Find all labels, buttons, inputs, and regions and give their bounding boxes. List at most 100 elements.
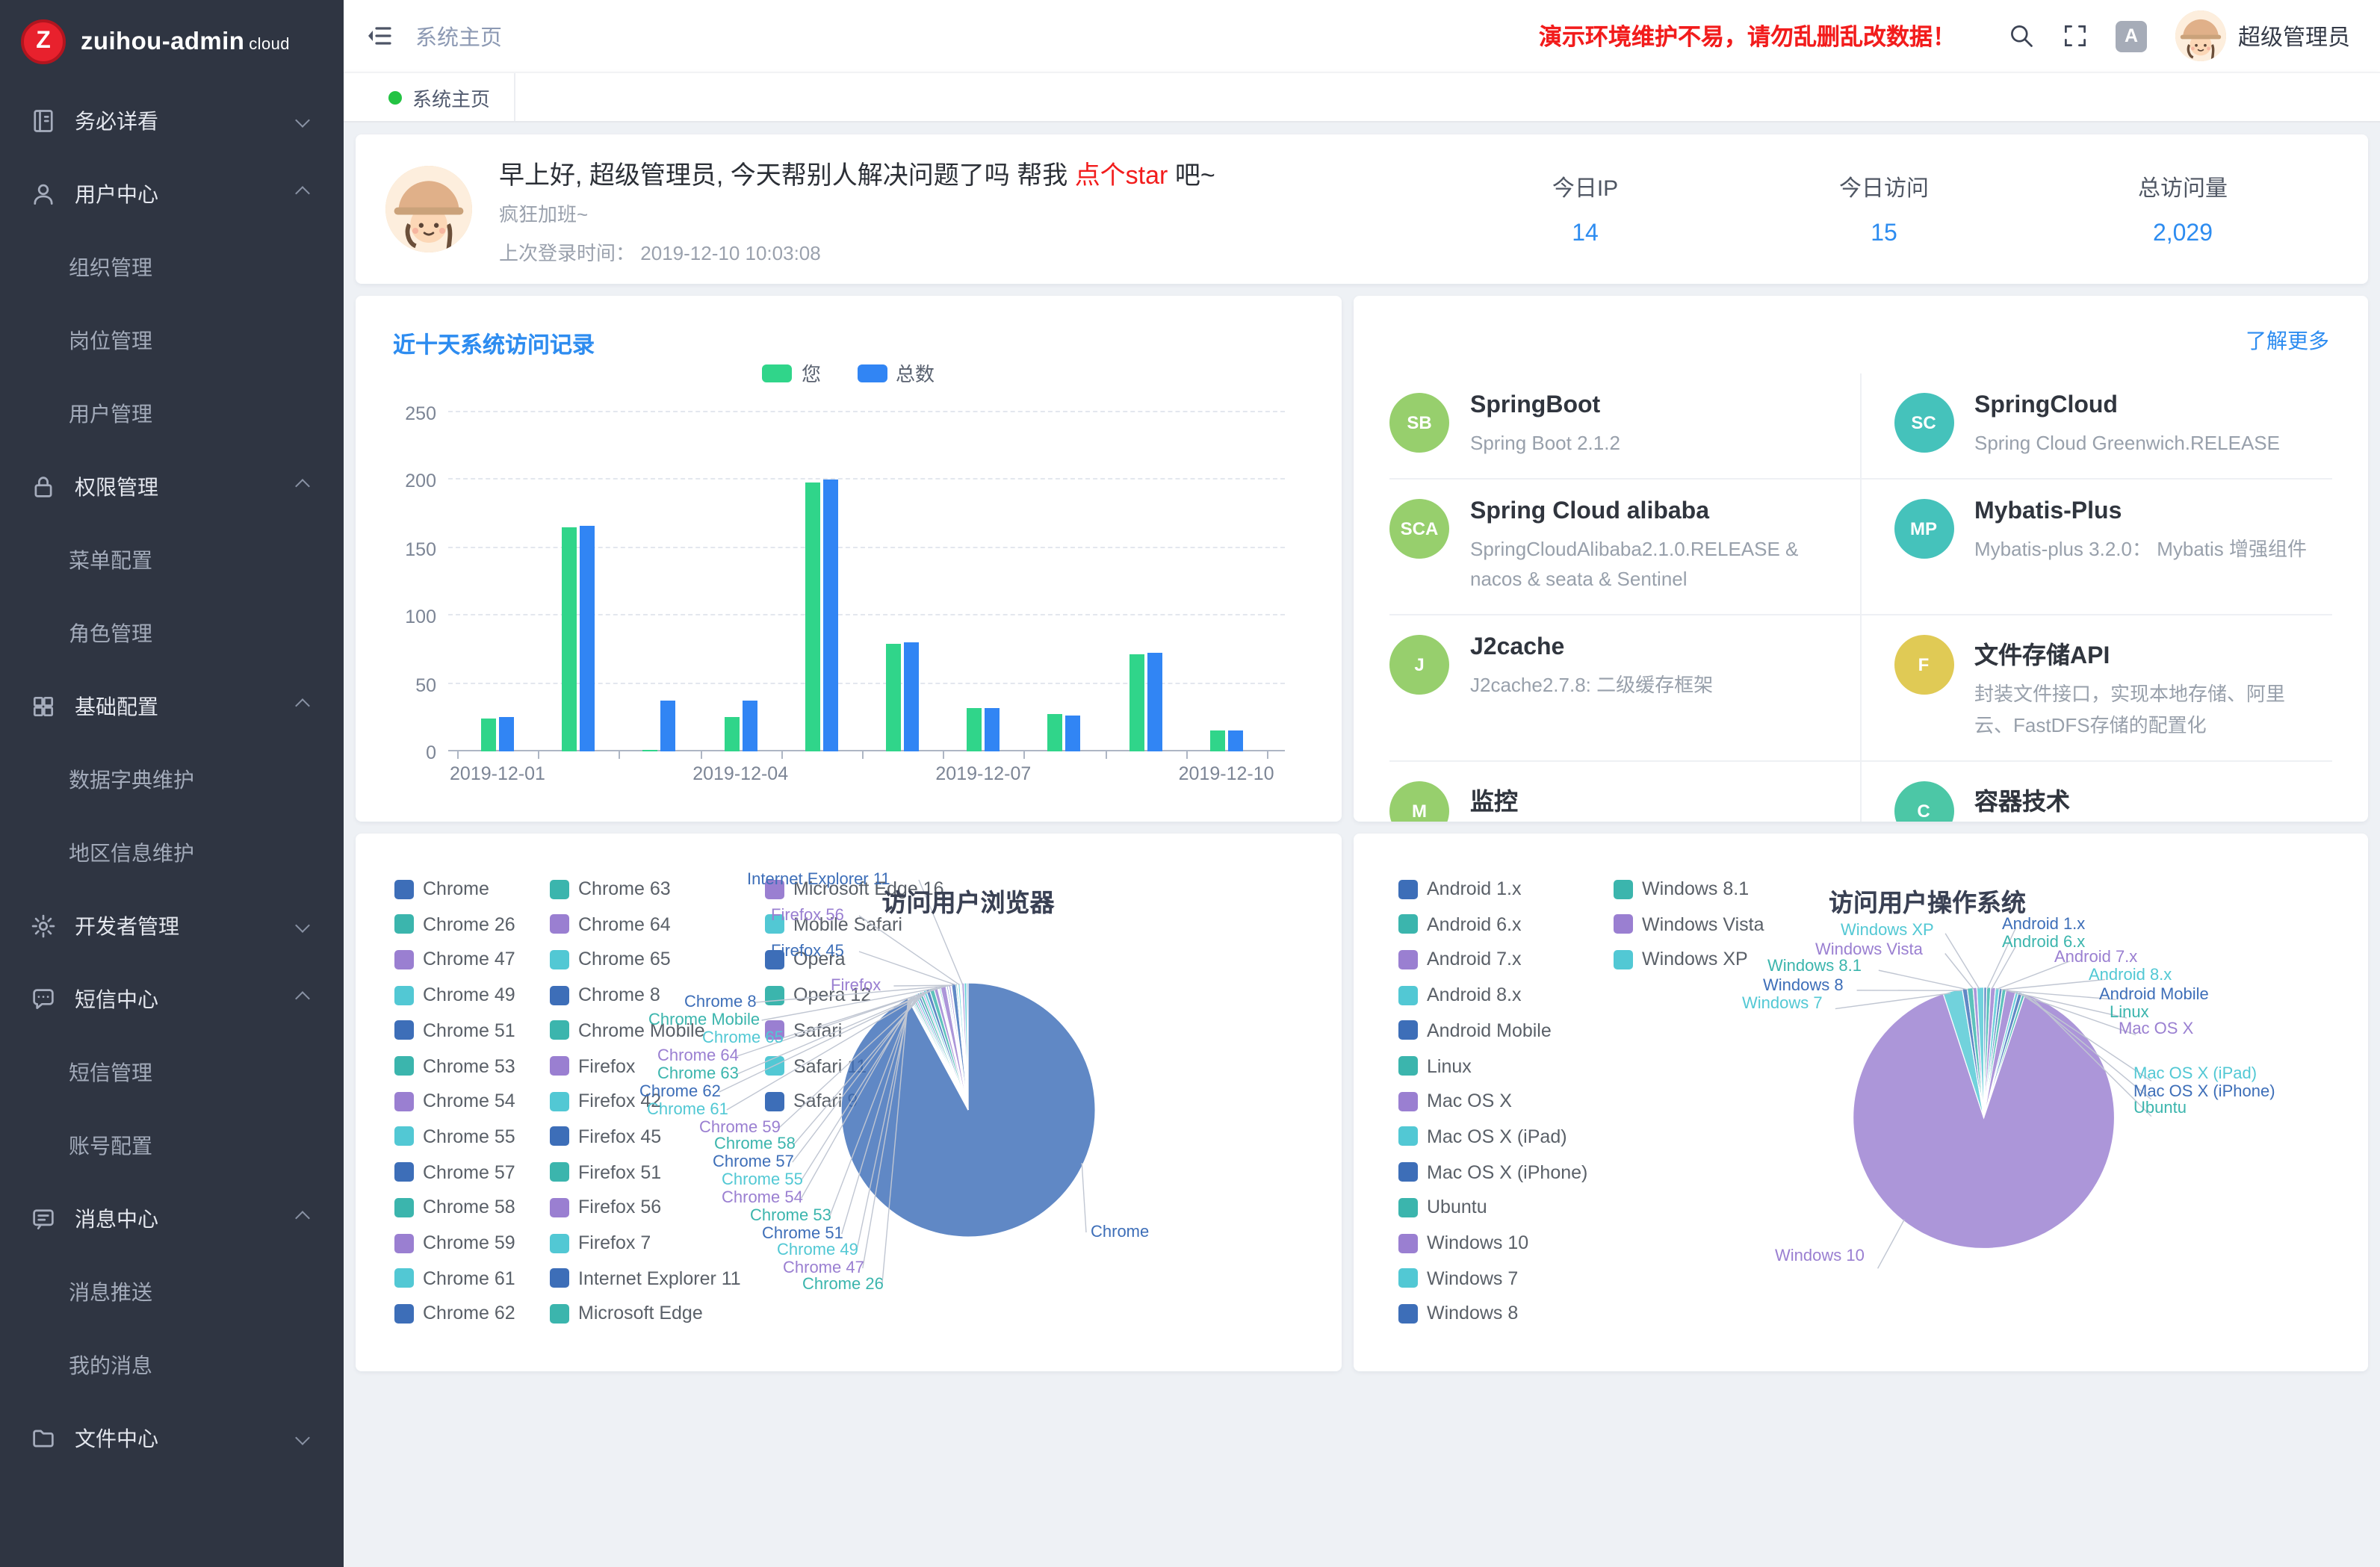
callout-label: Chrome 63 (657, 1065, 739, 1083)
logo[interactable]: Z zuihou-admincloud (0, 0, 344, 84)
sidebar-item-sms-center[interactable]: 短信中心 (0, 962, 344, 1035)
legend-item[interactable]: Safari 9 (765, 1090, 858, 1111)
sidebar-item-file-center[interactable]: 文件中心 (0, 1401, 344, 1474)
callout-label: Chrome Mobile (648, 1011, 760, 1029)
legend-item[interactable]: Firefox 56 (550, 1197, 661, 1218)
sidebar-subitem-message-push[interactable]: 消息推送 (0, 1255, 344, 1328)
callout-line (1878, 1220, 1905, 1268)
legend-item[interactable]: Firefox 7 (550, 1232, 651, 1253)
legend-item-series-1[interactable]: 总数 (857, 359, 935, 387)
legend-label: Chrome 26 (423, 913, 515, 934)
sidebar-subitem-role-management[interactable]: 角色管理 (0, 596, 344, 669)
legend-item[interactable]: Chrome 51 (394, 1020, 515, 1041)
greeting-card: 早上好, 超级管理员, 今天帮别人解决问题了吗 帮我 点个star 吧~ 疯狂加… (356, 134, 2368, 284)
legend-swatch (550, 914, 569, 934)
legend-item[interactable]: Chrome 54 (394, 1090, 515, 1111)
sidebar-item-user-center[interactable]: 用户中心 (0, 157, 344, 230)
legend-item[interactable]: Chrome 59 (394, 1232, 515, 1253)
legend-item[interactable]: Windows 7 (1398, 1267, 1518, 1288)
legend-item[interactable]: Android 8.x (1398, 984, 1521, 1005)
legend-item[interactable]: Mac OS X (1398, 1090, 1512, 1111)
menu-fold-icon[interactable] (365, 21, 394, 51)
legend-item[interactable]: Chrome 26 (394, 913, 515, 934)
legend-item[interactable]: Android 7.x (1398, 949, 1521, 970)
legend-item[interactable]: Chrome 49 (394, 984, 515, 1005)
tab-home[interactable]: 系统主页 (365, 73, 515, 121)
learn-more-link[interactable]: 了解更多 (2246, 326, 2329, 356)
row-charts-bottom: 访问用户浏览器 ChromeChrome 26Chrome 47Chrome 4… (356, 834, 2368, 1371)
legend-item[interactable]: Chrome 61 (394, 1267, 515, 1288)
legend-item[interactable]: Ubuntu (1398, 1197, 1487, 1218)
legend-item[interactable]: Microsoft Edge (550, 1303, 703, 1324)
features-grid: SBSpringBootSpring Boot 2.1.2SCSpringClo… (1389, 373, 2332, 822)
feature-item-3: MPMybatis-PlusMybatis-plus 3.2.0： Mybati… (1861, 478, 2332, 615)
pie-slice-Chrome 26 (908, 998, 968, 1110)
legend-item[interactable]: Safari 11 (765, 1055, 867, 1076)
legend-item-series-0[interactable]: 您 (763, 359, 821, 387)
legend-swatch (1398, 914, 1418, 934)
pie-slice-Android 1.x (1984, 987, 1987, 1118)
sidebar-item-developer[interactable]: 开发者管理 (0, 889, 344, 962)
sidebar-item-permission[interactable]: 权限管理 (0, 450, 344, 523)
star-link[interactable]: 点个star (1075, 161, 1168, 189)
legend-item[interactable]: Chrome 53 (394, 1055, 515, 1076)
legend-label: Android 6.x (1427, 913, 1521, 934)
fullscreen-icon[interactable] (2062, 22, 2089, 49)
sidebar-item-message-center[interactable]: 消息中心 (0, 1182, 344, 1255)
sidebar-subitem-account-config[interactable]: 账号配置 (0, 1108, 344, 1182)
pie-slice-Chrome Mobile (939, 986, 968, 1110)
chevron-up-icon (295, 479, 310, 494)
sidebar-subitem-region-info[interactable]: 地区信息维护 (0, 816, 344, 889)
legend-item[interactable]: Android 1.x (1398, 878, 1521, 899)
sidebar-subitem-menu-config[interactable]: 菜单配置 (0, 523, 344, 596)
sidebar-subitem-data-dict[interactable]: 数据字典维护 (0, 742, 344, 816)
legend-item[interactable]: Internet Explorer 11 (550, 1267, 741, 1288)
legend-swatch (1398, 1233, 1418, 1253)
legend-item[interactable]: Chrome 64 (550, 913, 671, 934)
legend-item[interactable]: Mac OS X (iPad) (1398, 1126, 1567, 1147)
sidebar-item-base-config[interactable]: 基础配置 (0, 669, 344, 742)
legend-item[interactable]: Chrome 8 (550, 984, 660, 1005)
legend-item[interactable]: Chrome (394, 878, 489, 899)
sidebar-subitem-post-management[interactable]: 岗位管理 (0, 303, 344, 376)
legend-item[interactable]: Windows 8.1 (1614, 878, 1749, 899)
pie-slice-Chrome 61 (923, 990, 968, 1110)
legend-item[interactable]: Chrome 62 (394, 1303, 515, 1324)
legend-item[interactable]: Android Mobile (1398, 1020, 1552, 1041)
sidebar-item-must-read[interactable]: 务必详看 (0, 84, 344, 157)
legend-item[interactable]: Firefox (550, 1055, 635, 1076)
username[interactable]: 超级管理员 (2238, 20, 2350, 52)
callout-label: Chrome 54 (722, 1189, 803, 1207)
user-avatar[interactable] (2175, 10, 2226, 61)
sidebar-subitem-sms-management[interactable]: 短信管理 (0, 1035, 344, 1108)
font-size-icon[interactable]: A (2116, 20, 2147, 52)
sidebar-subitem-my-messages[interactable]: 我的消息 (0, 1328, 344, 1401)
breadcrumb[interactable]: 系统主页 (415, 20, 502, 52)
legend-item[interactable]: Android 6.x (1398, 913, 1521, 934)
legend-item[interactable]: Chrome 58 (394, 1197, 515, 1218)
bar-总数-2019-12-05 (823, 480, 838, 751)
legend-item[interactable]: Chrome 63 (550, 878, 671, 899)
legend-item[interactable]: Chrome 47 (394, 949, 515, 970)
legend-item[interactable]: Firefox 45 (550, 1126, 661, 1147)
legend-item[interactable]: Chrome 57 (394, 1161, 515, 1182)
legend-item[interactable]: Chrome 55 (394, 1126, 515, 1147)
sidebar-subitem-user-management[interactable]: 用户管理 (0, 376, 344, 450)
callout-line (793, 993, 921, 1162)
feature-text: 文件存储API封装文件接口，实现本地存储、阿里云、FastDFS存储的配置化 (1974, 636, 2311, 741)
legend-item[interactable]: Mac OS X (iPhone) (1398, 1161, 1587, 1182)
sidebar-subitem-org-management[interactable]: 组织管理 (0, 230, 344, 303)
legend-swatch (1398, 1021, 1418, 1040)
legend-item[interactable]: Windows 8 (1398, 1303, 1518, 1324)
pie-slice-Windows XP (1977, 987, 1983, 1118)
legend-item[interactable]: Linux (1398, 1055, 1472, 1076)
legend-item[interactable]: Windows 10 (1398, 1232, 1528, 1253)
legend-item[interactable]: Windows Vista (1614, 913, 1764, 934)
legend-item[interactable]: Firefox 51 (550, 1161, 661, 1182)
legend-item[interactable]: Windows XP (1614, 949, 1748, 970)
legend-item[interactable]: Chrome 65 (550, 949, 671, 970)
callout-label: Mac OS X (iPad) (2133, 1065, 2257, 1083)
x-axis-tick (1105, 751, 1106, 759)
search-icon[interactable] (2008, 22, 2035, 49)
pie-slice-Chrome 51 (911, 996, 968, 1110)
